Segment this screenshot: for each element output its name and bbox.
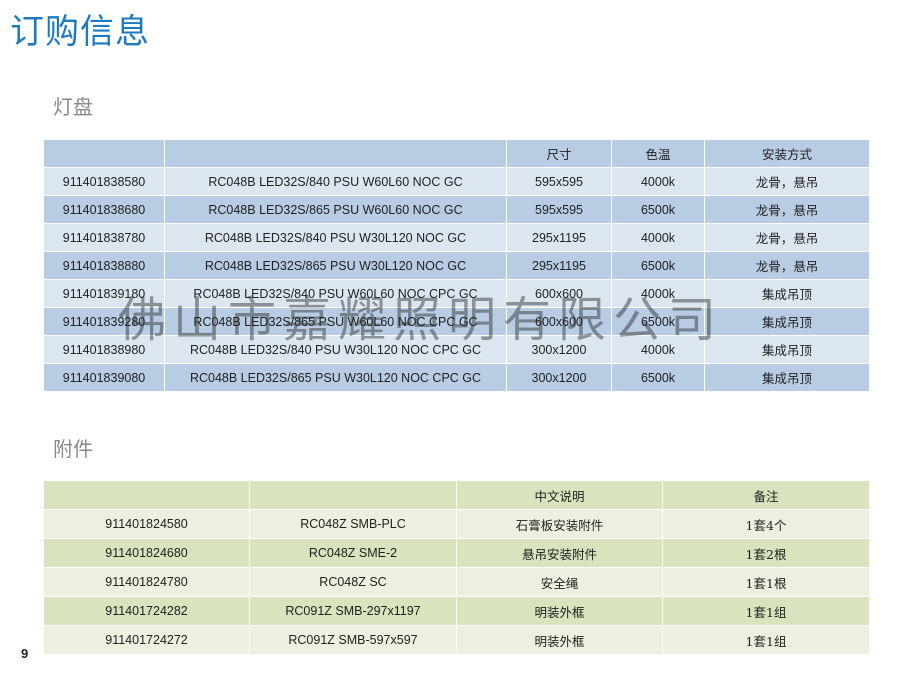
table-cell: 1套1根 — [662, 567, 870, 597]
table-cell: RC048B LED32S/865 PSU W60L60 NOC GC — [164, 195, 507, 224]
table-cell: RC048B LED32S/840 PSU W30L120 NOC CPC GC — [164, 335, 507, 364]
table-cell: 6500k — [611, 195, 705, 224]
table-header-row: 中文说明 备注 — [43, 480, 870, 510]
table-cell: 595x595 — [506, 195, 612, 224]
table-cell: 集成吊顶 — [704, 279, 870, 308]
table-row: 911401824580 RC048Z SMB-PLC 石膏板安装附件 1套4个 — [43, 509, 870, 539]
table-cell: 龙骨，悬吊 — [704, 195, 870, 224]
table-cell: 911401838580 — [43, 167, 165, 196]
header-cell: 中文说明 — [456, 480, 663, 510]
table-row: 911401838780 RC048B LED32S/840 PSU W30L12… — [43, 223, 870, 252]
table-row: 911401838680 RC048B LED32S/865 PSU W60L60… — [43, 195, 870, 224]
table-cell: 龙骨，悬吊 — [704, 223, 870, 252]
table-row: 911401838980 RC048B LED32S/840 PSU W30L12… — [43, 335, 870, 364]
table-cell: RC048Z SMB-PLC — [249, 509, 457, 539]
table-cell: 4000k — [611, 279, 705, 308]
table-cell: RC048B LED32S/840 PSU W60L60 NOC GC — [164, 167, 507, 196]
table-row: 911401838880 RC048B LED32S/865 PSU W30L12… — [43, 251, 870, 280]
table-cell: 911401838680 — [43, 195, 165, 224]
table-cell: 集成吊顶 — [704, 363, 870, 392]
table-cell: 600x600 — [506, 279, 612, 308]
table-cell: 6500k — [611, 251, 705, 280]
table-cell: 集成吊顶 — [704, 307, 870, 336]
page-title: 订购信息 — [10, 12, 150, 52]
header-cell — [43, 480, 250, 510]
table-row: 911401824780 RC048Z SC 安全绳 1套1根 — [43, 567, 870, 597]
section-heading-panels: 灯盘 — [53, 95, 93, 119]
table-cell: 明装外框 — [456, 625, 663, 655]
table-row: 911401838580 RC048B LED32S/840 PSU W60L60… — [43, 167, 870, 196]
header-cell — [164, 139, 507, 168]
table-header-row: 尺寸 色温 安装方式 — [43, 139, 870, 168]
header-cell — [249, 480, 457, 510]
table-row: 911401839080 RC048B LED32S/865 PSU W30L12… — [43, 363, 870, 392]
table-cell: 安全绳 — [456, 567, 663, 597]
header-cell: 安装方式 — [704, 139, 870, 168]
table-row: 911401724282 RC091Z SMB-297x1197 明装外框 1套1组 — [43, 596, 870, 626]
table-cell: 明装外框 — [456, 596, 663, 626]
table-cell: 6500k — [611, 307, 705, 336]
table-cell: RC091Z SMB-297x1197 — [249, 596, 457, 626]
table-cell: 4000k — [611, 335, 705, 364]
table-cell: RC048B LED32S/865 PSU W30L120 NOC CPC GC — [164, 363, 507, 392]
table-cell: 911401838880 — [43, 251, 165, 280]
table-cell: 4000k — [611, 223, 705, 252]
table-row: 911401824680 RC048Z SME-2 悬吊安装附件 1套2根 — [43, 538, 870, 568]
panel-order-table: 尺寸 色温 安装方式 911401838580 RC048B LED32S/840 PS… — [43, 139, 870, 392]
table-cell: 911401724282 — [43, 596, 250, 626]
header-cell — [43, 139, 165, 168]
table-cell: 悬吊安装附件 — [456, 538, 663, 568]
table-cell: 911401839280 — [43, 307, 165, 336]
table-cell: RC048B LED32S/840 PSU W60L60 NOC CPC GC — [164, 279, 507, 308]
header-cell: 尺寸 — [506, 139, 612, 168]
table-cell: 295x1195 — [506, 223, 612, 252]
table-cell: 911401839080 — [43, 363, 165, 392]
table-cell: 911401824680 — [43, 538, 250, 568]
table-cell: 1套1组 — [662, 625, 870, 655]
table-cell: RC048B LED32S/865 PSU W30L120 NOC GC — [164, 251, 507, 280]
table-cell: 6500k — [611, 363, 705, 392]
table-cell: 600x600 — [506, 307, 612, 336]
table-cell: 911401724272 — [43, 625, 250, 655]
table-row: 911401724272 RC091Z SMB-597x597 明装外框 1套1组 — [43, 625, 870, 655]
table-cell: 石膏板安装附件 — [456, 509, 663, 539]
table-cell: 龙骨，悬吊 — [704, 251, 870, 280]
page-number: 9 — [21, 646, 29, 661]
table-cell: 595x595 — [506, 167, 612, 196]
table-cell: 4000k — [611, 167, 705, 196]
table-cell: 1套1组 — [662, 596, 870, 626]
table-cell: 集成吊顶 — [704, 335, 870, 364]
table-cell: 1套4个 — [662, 509, 870, 539]
header-cell: 色温 — [611, 139, 705, 168]
table-cell: 龙骨，悬吊 — [704, 167, 870, 196]
table-cell: RC048B LED32S/840 PSU W30L120 NOC GC — [164, 223, 507, 252]
header-cell: 备注 — [662, 480, 870, 510]
table-row: 911401839180 RC048B LED32S/840 PSU W60L60… — [43, 279, 870, 308]
table-cell: 1套2根 — [662, 538, 870, 568]
table-cell: RC048B LED32S/865 PSU W60L60 NOC CPC GC — [164, 307, 507, 336]
table-cell: RC091Z SMB-597x597 — [249, 625, 457, 655]
table-cell: 300x1200 — [506, 363, 612, 392]
table-cell: 911401824580 — [43, 509, 250, 539]
section-heading-accessories: 附件 — [53, 437, 93, 461]
table-cell: RC048Z SC — [249, 567, 457, 597]
table-cell: 911401838780 — [43, 223, 165, 252]
table-cell: 911401838980 — [43, 335, 165, 364]
table-cell: 911401824780 — [43, 567, 250, 597]
table-cell: RC048Z SME-2 — [249, 538, 457, 568]
table-cell: 295x1195 — [506, 251, 612, 280]
table-cell: 911401839180 — [43, 279, 165, 308]
accessory-order-table: 中文说明 备注 911401824580 RC048Z SMB-PLC 石膏板安装附件 1… — [43, 480, 870, 655]
table-cell: 300x1200 — [506, 335, 612, 364]
table-row: 911401839280 RC048B LED32S/865 PSU W60L60… — [43, 307, 870, 336]
